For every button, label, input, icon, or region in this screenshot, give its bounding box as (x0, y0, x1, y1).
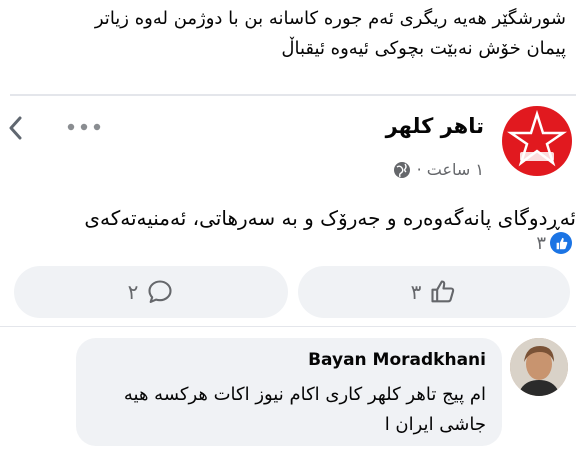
post-time: ١ ساعت · (416, 160, 484, 179)
thumbs-up-icon (431, 280, 455, 303)
like-button[interactable]: ٣ (298, 266, 570, 318)
comment-text: ام پیج تاهر کلهر کاری اکام نیوز اکات هرک… (90, 380, 486, 440)
comment-button[interactable]: ٢ (14, 266, 288, 318)
chevron-left-icon[interactable] (6, 110, 26, 146)
like-count: ٣ (410, 280, 422, 304)
reaction-summary[interactable]: ٣ (536, 232, 572, 254)
comment-bubble-icon (148, 280, 172, 303)
comment-bubble[interactable]: Bayan Moradkhani ام پیج تاهر کلهر کاری ا… (76, 338, 502, 446)
like-reaction-icon (550, 232, 572, 254)
comment-author[interactable]: Bayan Moradkhani (308, 350, 486, 370)
globe-icon (393, 161, 410, 178)
caption-line-2: پیمان خۆش نەبێت بچوکی ئیەوە ئیقباڵ (281, 38, 566, 59)
post-body-text: ئەڕدوگای پانەگەوەرە و جەرۆک و بە سەرهاتی… (84, 206, 576, 230)
cut-off-comment-actions (180, 462, 576, 470)
comment-line-1: ام پیج تاهر کلهر کاری اکام نیوز اکات هرک… (123, 384, 486, 405)
post-meta: ١ ساعت · (393, 160, 484, 179)
shared-post-card[interactable]: تاهر کلهر ١ ساعت · ئەڕدوگای پانەگەوەرە و… (0, 74, 576, 230)
divider (10, 94, 576, 96)
more-options-icon[interactable] (66, 122, 102, 132)
reaction-count: ٣ (536, 232, 546, 254)
divider (0, 326, 576, 327)
comment-count: ٢ (127, 280, 139, 304)
page-avatar[interactable] (502, 106, 572, 176)
user-photo-icon (510, 338, 568, 396)
page-name[interactable]: تاهر کلهر (386, 114, 484, 138)
red-star-logo-icon (506, 109, 568, 167)
comment-line-2: جاشی ایران ا (384, 414, 486, 435)
caption-line-1: شورشگێر هەیە ریگری ئەم جورە کاسانە بن با… (94, 8, 566, 29)
post-caption: شورشگێر هەیە ریگری ئەم جورە کاسانە بن با… (10, 4, 566, 64)
avatar[interactable] (510, 338, 568, 396)
